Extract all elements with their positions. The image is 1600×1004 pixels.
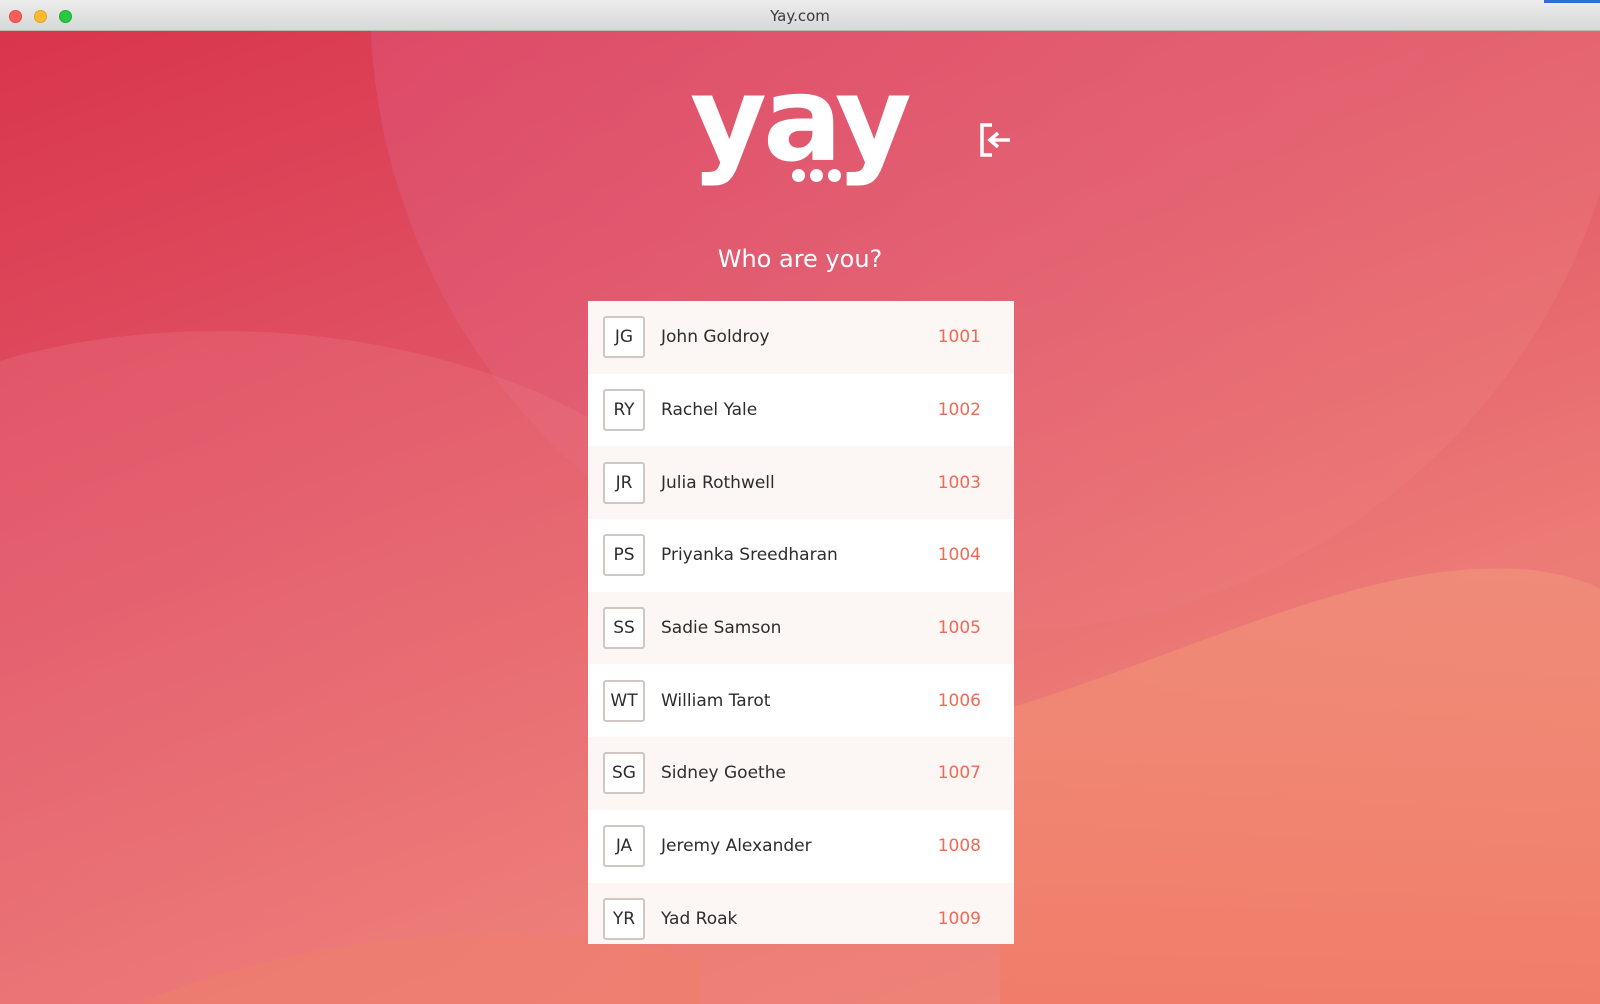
- user-name: Rachel Yale: [661, 400, 758, 421]
- user-row[interactable]: RY Rachel Yale 1002: [588, 373, 1014, 447]
- user-row[interactable]: SS Sadie Samson 1005: [588, 591, 1014, 665]
- user-avatar: PS: [603, 534, 645, 577]
- user-name: William Tarot: [661, 690, 771, 711]
- user-row[interactable]: WT William Tarot 1006: [588, 664, 1014, 738]
- user-avatar: SS: [603, 607, 645, 650]
- user-row[interactable]: YR Yad Roak 1009: [588, 882, 1014, 944]
- user-extension: 1002: [937, 400, 981, 421]
- logo-dot: [810, 169, 823, 182]
- user-avatar: RY: [603, 389, 645, 432]
- title-bar: Yay.com: [0, 0, 1600, 31]
- user-avatar: JR: [603, 461, 645, 504]
- user-name: Sadie Samson: [661, 618, 782, 639]
- user-extension: 1003: [937, 472, 981, 493]
- user-extension: 1006: [937, 690, 981, 711]
- app-window: Yay.com yay Who are you? JG John Goldroy…: [0, 0, 1600, 1004]
- user-extension: 1005: [937, 618, 981, 639]
- user-name: Sidney Goethe: [661, 763, 786, 784]
- user-avatar: JG: [603, 316, 645, 359]
- user-name: John Goldroy: [661, 327, 770, 348]
- user-extension: 1001: [937, 327, 981, 348]
- user-row[interactable]: SG Sidney Goethe 1007: [588, 737, 1014, 810]
- window-title: Yay.com: [770, 7, 830, 25]
- user-avatar: JA: [603, 825, 645, 868]
- user-list: JG John Goldroy 1001 RY Rachel Yale 1002 JR Jul…: [588, 301, 1014, 944]
- user-extension: 1008: [937, 836, 981, 857]
- logo-text: yay: [690, 50, 912, 188]
- user-extension: 1004: [937, 545, 981, 566]
- user-name: Yad Roak: [661, 908, 738, 929]
- logo-dot: [828, 169, 841, 182]
- logo-dot: [792, 169, 805, 182]
- logout-icon: [980, 123, 1010, 157]
- user-avatar: SG: [603, 752, 645, 795]
- logo-dots: [792, 169, 841, 182]
- user-name: Priyanka Sreedharan: [661, 545, 838, 566]
- user-row[interactable]: JR Julia Rothwell 1003: [588, 446, 1014, 520]
- logout-button[interactable]: [978, 122, 1014, 158]
- user-row[interactable]: JA Jeremy Alexander 1008: [588, 809, 1014, 883]
- yay-logo: yay: [690, 60, 920, 200]
- user-row[interactable]: JG John Goldroy 1001: [588, 301, 1014, 374]
- titlebar-accent: [1544, 0, 1600, 3]
- user-row[interactable]: PS Priyanka Sreedharan 1004: [588, 519, 1014, 592]
- user-name: Jeremy Alexander: [661, 836, 812, 857]
- user-avatar: YR: [603, 897, 645, 940]
- user-extension: 1009: [937, 908, 981, 929]
- user-avatar: WT: [603, 679, 645, 722]
- page-heading: Who are you?: [717, 245, 883, 273]
- user-extension: 1007: [937, 763, 981, 784]
- user-name: Julia Rothwell: [661, 472, 775, 493]
